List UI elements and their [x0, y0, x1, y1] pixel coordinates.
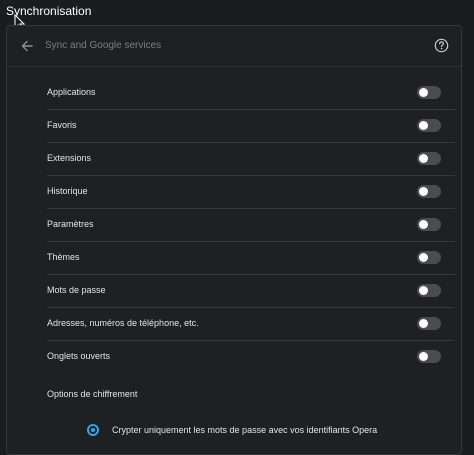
sync-item-row: Historique [47, 175, 455, 209]
sync-item-label: Onglets ouverts [47, 351, 111, 361]
sync-item-toggle[interactable] [417, 185, 441, 198]
sync-settings-panel: Sync and Google services Applications Fav… [6, 25, 462, 455]
encryption-section-label: Options de chiffrement [47, 389, 138, 399]
sync-item-label: Paramètres [47, 219, 94, 229]
sync-item-toggle[interactable] [417, 350, 441, 363]
toggle-knob [419, 352, 428, 361]
sync-item-label: Adresses, numéros de téléphone, etc. [47, 318, 199, 328]
panel-header: Sync and Google services [7, 26, 461, 67]
sync-item-label: Extensions [47, 153, 92, 163]
arrow-left-icon[interactable] [19, 38, 35, 54]
toggle-knob [419, 220, 428, 229]
sync-item-row: Applications [47, 76, 455, 110]
toggle-knob [419, 319, 428, 328]
radio-label: Crypter uniquement les mots de passe ave… [112, 425, 378, 435]
sync-item-row: Adresses, numéros de téléphone, etc. [47, 307, 455, 341]
sync-item-toggle[interactable] [417, 218, 441, 231]
sync-item-row: Mots de passe [47, 274, 455, 308]
toggle-knob [419, 121, 428, 130]
radio-selected-dot [91, 428, 95, 432]
sync-item-toggle[interactable] [417, 152, 441, 165]
sync-item-label: Applications [47, 87, 96, 97]
encryption-option-passwords-only[interactable]: Crypter uniquement les mots de passe ave… [87, 424, 427, 438]
sync-item-toggle[interactable] [417, 251, 441, 264]
sync-item-row: Favoris [47, 109, 455, 143]
sync-item-row: Thèmes [47, 241, 455, 275]
sync-item-toggle[interactable] [417, 86, 441, 99]
toggle-knob [419, 286, 428, 295]
sync-item-toggle[interactable] [417, 317, 441, 330]
toggle-knob [419, 187, 428, 196]
toggle-knob [419, 253, 428, 262]
sync-item-row: Onglets ouverts [47, 340, 455, 373]
sync-item-row: Paramètres [47, 208, 455, 242]
toggle-knob [419, 88, 428, 97]
sync-item-toggle[interactable] [417, 284, 441, 297]
radio-button[interactable] [87, 424, 99, 436]
sync-item-label: Mots de passe [47, 285, 106, 295]
sync-item-toggle[interactable] [417, 119, 441, 132]
sync-item-label: Favoris [47, 120, 77, 130]
toggle-knob [419, 154, 428, 163]
help-circle-icon[interactable] [434, 38, 449, 53]
sync-item-label: Historique [47, 186, 88, 196]
sync-item-label: Thèmes [47, 252, 80, 262]
sync-item-row: Extensions [47, 142, 455, 176]
header-title: Sync and Google services [45, 40, 162, 51]
